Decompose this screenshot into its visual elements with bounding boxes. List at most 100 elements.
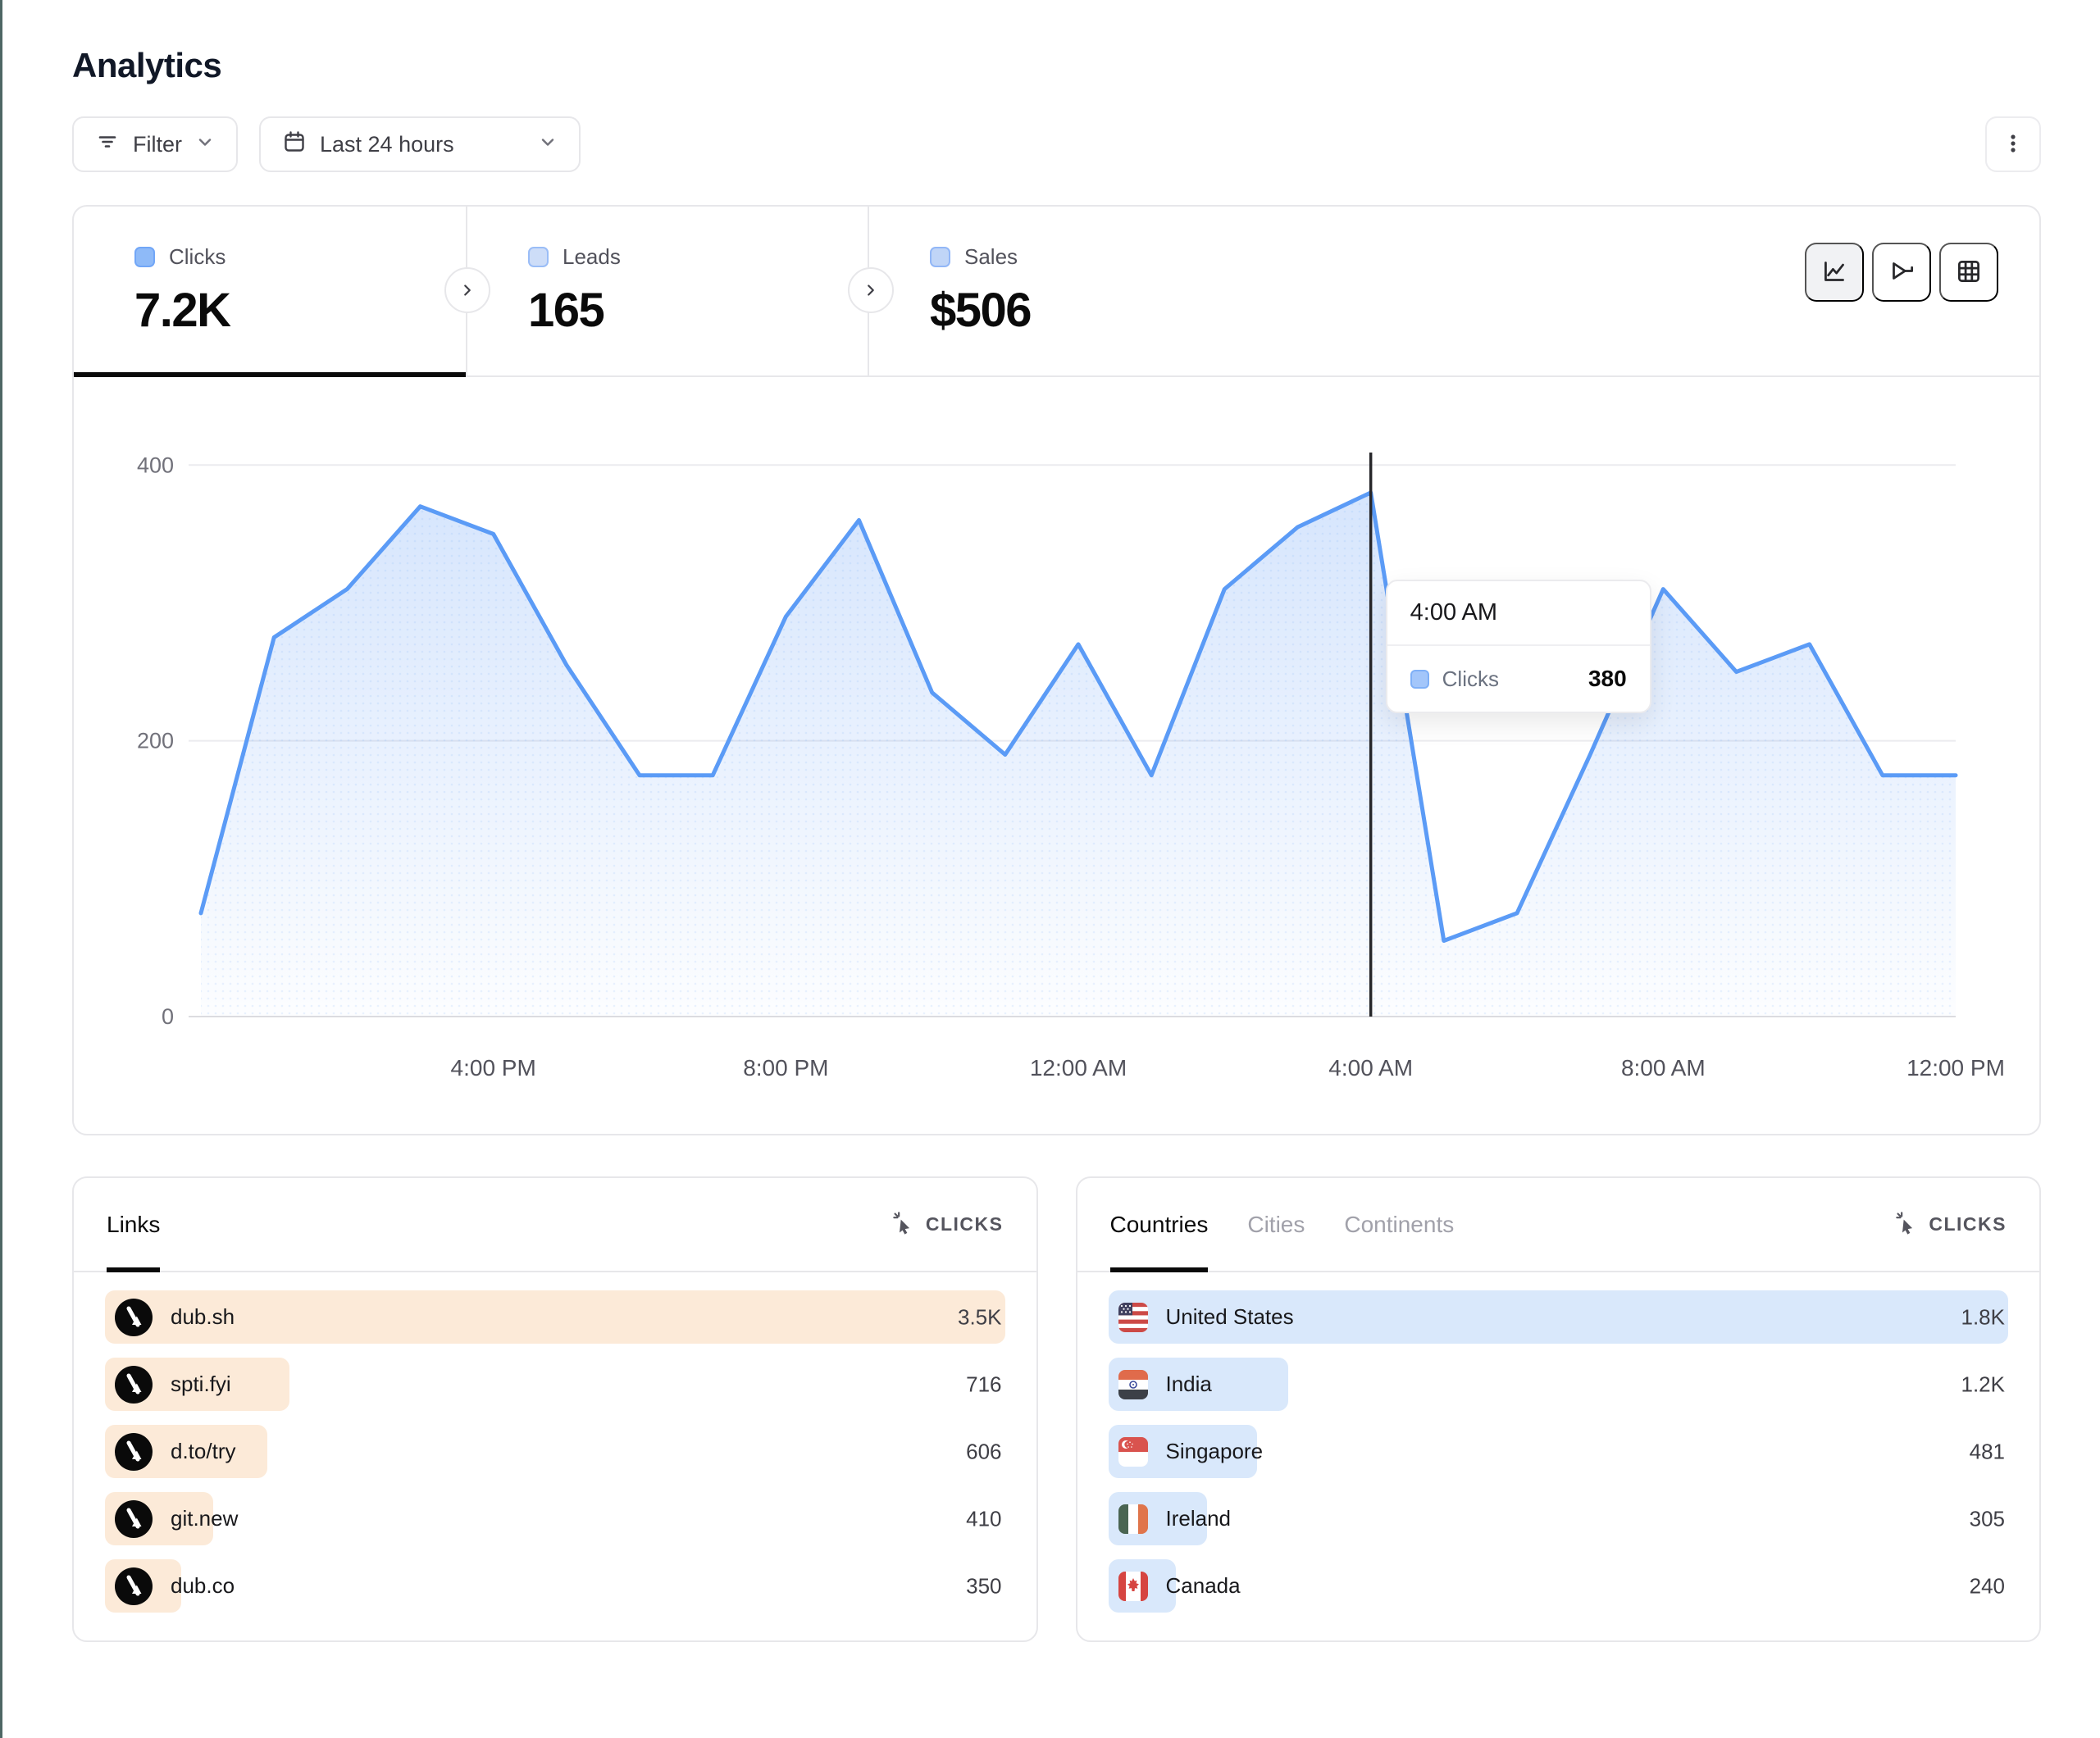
calendar-icon bbox=[282, 130, 307, 160]
chevron-down-icon bbox=[538, 132, 558, 157]
dub-logo-icon bbox=[115, 1567, 153, 1605]
dub-logo-icon bbox=[115, 1366, 153, 1404]
tab-continents[interactable]: Continents bbox=[1344, 1178, 1454, 1271]
countries-metric-selector[interactable]: CLICKS bbox=[1894, 1210, 2007, 1240]
countries-list: United States 1.8K India1.2K Singapore 481 Ir… bbox=[1077, 1272, 2040, 1613]
area-chart-canvas[interactable]: 0 200 400 4:00 PM 8:00 PM 12:00 AM 4:00 AM 8:00… bbox=[74, 377, 2042, 1135]
row-value: 350 bbox=[966, 1573, 1001, 1599]
svg-text:200: 200 bbox=[137, 729, 174, 753]
svg-text:4:00 PM: 4:00 PM bbox=[451, 1055, 536, 1081]
row-label: Singapore bbox=[1166, 1439, 1264, 1464]
us-flag-icon bbox=[1118, 1303, 1148, 1332]
row-label: dub.co bbox=[171, 1573, 235, 1599]
dub-logo-icon bbox=[115, 1500, 153, 1538]
ca-flag-icon bbox=[1118, 1572, 1148, 1601]
stat-tab-clicks[interactable]: Clicks 7.2K bbox=[74, 207, 467, 375]
links-metric-selector[interactable]: CLICKS bbox=[891, 1210, 1004, 1240]
link-row[interactable]: dub.sh3.5K bbox=[105, 1290, 1005, 1344]
stat-tab-leads[interactable]: Leads 165 bbox=[467, 207, 869, 375]
cursor-click-icon bbox=[891, 1210, 916, 1240]
expand-leads-sales-button[interactable] bbox=[848, 267, 894, 313]
svg-text:12:00 PM: 12:00 PM bbox=[1906, 1055, 2005, 1081]
row-label: git.new bbox=[171, 1506, 238, 1531]
sales-legend-swatch bbox=[930, 247, 950, 267]
clicks-time-series-chart[interactable]: 0 200 400 4:00 PM 8:00 PM 12:00 AM 4:00 AM 8:00… bbox=[74, 377, 2039, 1135]
row-label: Ireland bbox=[1166, 1506, 1232, 1531]
svg-text:400: 400 bbox=[137, 453, 174, 477]
row-value: 410 bbox=[966, 1506, 1001, 1531]
expand-clicks-leads-button[interactable] bbox=[444, 267, 490, 313]
row-value: 481 bbox=[1970, 1439, 2005, 1464]
stat-tab-sales[interactable]: Sales $506 bbox=[869, 207, 1328, 375]
clicks-legend-swatch bbox=[1410, 670, 1429, 689]
table-view-button[interactable] bbox=[1939, 243, 1998, 302]
kebab-menu-icon bbox=[2001, 131, 2025, 158]
analytics-page: Analytics Filter Last 24 bbox=[0, 0, 2100, 1738]
row-value: 305 bbox=[1970, 1506, 2005, 1531]
country-row[interactable]: Singapore 481 bbox=[1109, 1425, 2009, 1478]
filter-icon bbox=[95, 130, 120, 160]
link-row[interactable]: d.to/try 606 bbox=[105, 1425, 1005, 1478]
country-row[interactable]: Ireland 305 bbox=[1109, 1492, 2009, 1545]
svg-text:0: 0 bbox=[162, 1004, 174, 1029]
country-row[interactable]: United States 1.8K bbox=[1109, 1290, 2009, 1344]
svg-text:4:00 AM: 4:00 AM bbox=[1328, 1055, 1413, 1081]
row-label: d.to/try bbox=[171, 1439, 235, 1464]
tab-countries[interactable]: Countries bbox=[1110, 1178, 1209, 1271]
links-panel: Links CLICKS dub.sh3.5K spti.fyi 716 d.to/t… bbox=[72, 1176, 1038, 1642]
cursor-click-icon bbox=[1894, 1210, 1919, 1240]
country-row[interactable]: India1.2K bbox=[1109, 1358, 2009, 1411]
page-header: Analytics bbox=[2, 0, 2100, 85]
links-list: dub.sh3.5K spti.fyi 716 d.to/try 606 git.new 4… bbox=[74, 1272, 1036, 1613]
dub-logo-icon bbox=[115, 1299, 153, 1336]
tooltip-series-label: Clicks bbox=[1442, 667, 1575, 692]
row-value: 606 bbox=[966, 1439, 1001, 1464]
in-flag-icon bbox=[1118, 1370, 1148, 1399]
filter-button[interactable]: Filter bbox=[72, 116, 238, 172]
breakdown-panels: Links CLICKS dub.sh3.5K spti.fyi 716 d.to/t… bbox=[72, 1176, 2041, 1642]
line-chart-view-button[interactable] bbox=[1805, 243, 1864, 302]
link-row[interactable]: dub.co 350 bbox=[105, 1559, 1005, 1613]
tooltip-time: 4:00 AM bbox=[1387, 581, 1650, 646]
tooltip-value: 380 bbox=[1588, 666, 1627, 692]
stat-value: 165 bbox=[528, 283, 868, 338]
clicks-legend-swatch bbox=[134, 247, 155, 267]
countries-panel: Countries Cities Continents CLICKS Unite… bbox=[1076, 1176, 2042, 1642]
funnel-chart-icon bbox=[1886, 256, 1917, 289]
filter-button-label: Filter bbox=[133, 132, 182, 157]
row-label: Canada bbox=[1166, 1573, 1241, 1599]
line-chart-icon bbox=[1819, 256, 1850, 289]
link-row[interactable]: spti.fyi 716 bbox=[105, 1358, 1005, 1411]
page-title: Analytics bbox=[72, 46, 2041, 85]
funnel-chart-view-button[interactable] bbox=[1872, 243, 1931, 302]
svg-text:8:00 AM: 8:00 AM bbox=[1621, 1055, 1706, 1081]
more-menu-button[interactable] bbox=[1985, 116, 2041, 172]
stat-value: 7.2K bbox=[134, 283, 466, 338]
date-range-button[interactable]: Last 24 hours bbox=[259, 116, 581, 172]
tab-cities[interactable]: Cities bbox=[1247, 1178, 1305, 1271]
row-value: 716 bbox=[966, 1372, 1001, 1397]
svg-text:12:00 AM: 12:00 AM bbox=[1030, 1055, 1127, 1081]
chevron-down-icon bbox=[195, 132, 215, 157]
row-label: United States bbox=[1166, 1304, 1294, 1330]
link-row[interactable]: git.new 410 bbox=[105, 1492, 1005, 1545]
chart-view-toggles bbox=[1805, 243, 1998, 302]
toolbar: Filter Last 24 hours bbox=[72, 116, 2041, 172]
stat-label: Clicks bbox=[169, 244, 225, 270]
sg-flag-icon bbox=[1118, 1437, 1148, 1467]
ie-flag-icon bbox=[1118, 1504, 1148, 1534]
svg-text:8:00 PM: 8:00 PM bbox=[743, 1055, 828, 1081]
metric-label: CLICKS bbox=[926, 1213, 1004, 1235]
dub-logo-icon bbox=[115, 1433, 153, 1471]
row-value: 1.8K bbox=[1961, 1304, 2006, 1330]
stat-label: Sales bbox=[964, 244, 1018, 270]
stat-value: $506 bbox=[930, 283, 1328, 338]
row-label: India bbox=[1166, 1372, 1212, 1397]
tab-links[interactable]: Links bbox=[107, 1178, 160, 1271]
analytics-chart-card: Clicks 7.2K Leads 165 Sales $506 bbox=[72, 205, 2041, 1135]
date-range-label: Last 24 hours bbox=[320, 132, 454, 157]
row-label: spti.fyi bbox=[171, 1372, 231, 1397]
row-value: 240 bbox=[1970, 1573, 2005, 1599]
stat-label: Leads bbox=[563, 244, 621, 270]
country-row[interactable]: Canada 240 bbox=[1109, 1559, 2009, 1613]
